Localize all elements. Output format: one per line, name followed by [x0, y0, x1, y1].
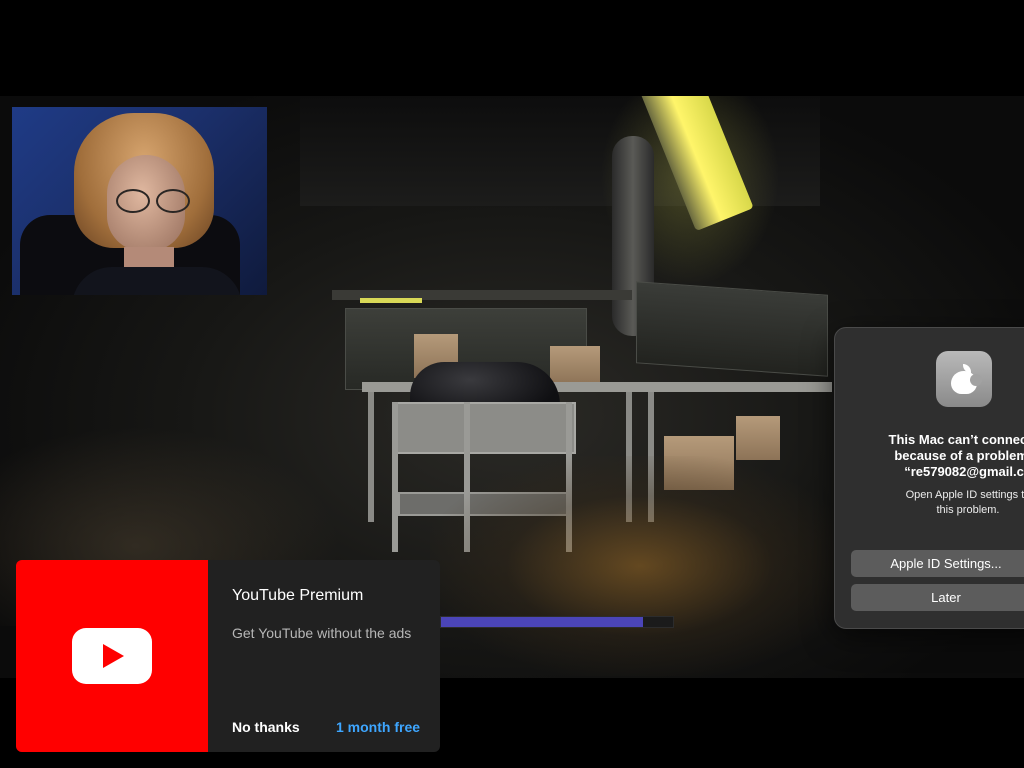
youtube-premium-popup: YouTube Premium Get YouTube without the …	[16, 560, 440, 752]
youtube-brand-panel	[16, 560, 208, 752]
debris-pile	[430, 456, 850, 676]
play-icon	[103, 644, 124, 668]
apple-logo-icon	[936, 351, 992, 407]
alert-title: This Mac can’t connect to because of a p…	[888, 432, 1024, 479]
cart-leg	[392, 402, 398, 552]
cabinet-right	[636, 281, 828, 377]
alert-message: Open Apple ID settings to this problem.	[905, 489, 1024, 516]
youtube-logo-icon	[72, 628, 152, 684]
popup-subtitle: Get YouTube without the ads	[232, 625, 412, 641]
apple-id-settings-button[interactable]: Apple ID Settings...	[851, 550, 1024, 577]
popup-title: YouTube Premium	[232, 587, 364, 604]
cardboard-box	[550, 346, 600, 384]
glasses-icon	[116, 189, 196, 213]
progress-fill	[441, 617, 643, 627]
table-leg	[368, 392, 374, 522]
streamer-shirt	[72, 267, 242, 295]
cart-top	[392, 402, 576, 454]
later-button[interactable]: Later	[851, 584, 1024, 611]
cardboard-box	[736, 416, 780, 460]
rail-light	[360, 298, 422, 303]
webcam-overlay	[12, 107, 267, 295]
apple-id-alert-dialog: This Mac can’t connect to because of a p…	[834, 327, 1024, 629]
progress-bar	[440, 616, 674, 628]
no-thanks-button[interactable]: No thanks	[232, 719, 300, 735]
one-month-free-button[interactable]: 1 month free	[336, 719, 420, 735]
